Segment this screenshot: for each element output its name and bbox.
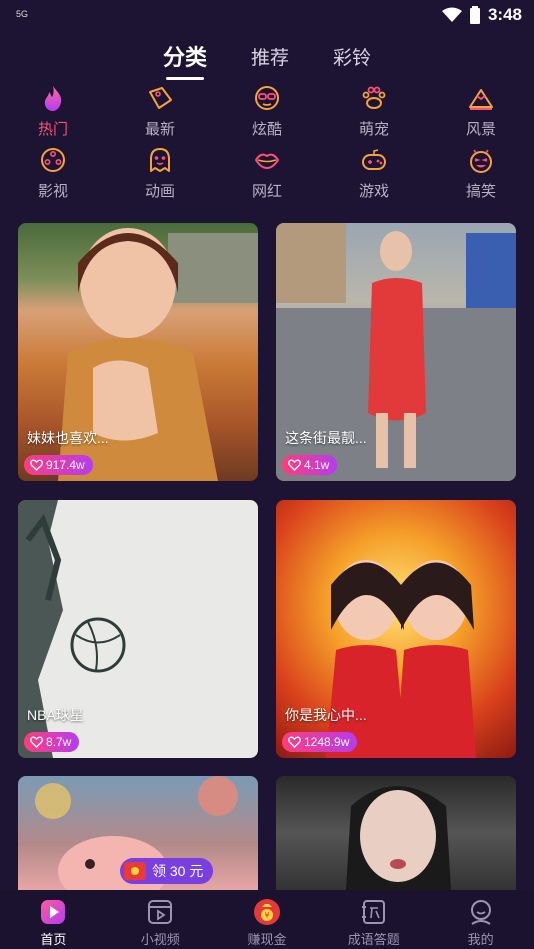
nav-earn-cash[interactable]: ¥ 赚现金 — [214, 890, 321, 949]
sunglasses-face-icon — [255, 86, 279, 110]
video-title: 妹妹也喜欢... — [27, 430, 109, 446]
category-newest[interactable]: 最新 — [130, 84, 190, 146]
category-funny[interactable]: 搞笑 — [451, 146, 511, 208]
like-count: 917.4w — [24, 455, 93, 475]
category-games[interactable]: 游戏 — [344, 146, 404, 208]
nav-short-video[interactable]: 小视频 — [107, 890, 214, 949]
flame-icon — [44, 86, 62, 111]
category-film[interactable]: 影视 — [23, 146, 83, 208]
heart-icon — [30, 459, 43, 471]
money-bag-icon: ¥ — [253, 899, 280, 925]
home-play-icon — [41, 900, 66, 924]
svg-text:¥: ¥ — [264, 911, 269, 920]
category-cool[interactable]: 炫酷 — [237, 84, 297, 146]
cash-reward-button[interactable]: 领 30 元 — [120, 858, 214, 884]
video-title: 你是我心中... — [285, 707, 367, 723]
idiom-quiz-icon — [361, 900, 385, 924]
like-count: 8.7w — [24, 732, 80, 752]
battery-icon — [469, 6, 480, 24]
tab-category[interactable]: 分类 — [163, 40, 207, 80]
like-count: 4.1w — [282, 455, 338, 475]
video-title: NBA球星 — [27, 707, 84, 723]
heart-icon — [30, 736, 43, 748]
gamepad-icon — [362, 149, 386, 170]
video-card[interactable]: 这条街最靓... 4.1w — [276, 223, 516, 481]
category-animation[interactable]: 动画 — [130, 146, 190, 208]
ghost-icon — [150, 148, 170, 172]
category-hot[interactable]: 热门 — [23, 84, 83, 146]
top-tabs: 分类 推荐 彩铃 — [0, 40, 534, 80]
lips-icon — [255, 153, 279, 169]
video-title: 这条街最靓... — [285, 430, 367, 446]
video-card[interactable]: NBA球星 8.7w — [18, 500, 258, 758]
nav-home[interactable]: 首页 — [0, 890, 107, 949]
red-envelope-icon — [124, 862, 146, 880]
wifi-icon — [441, 7, 462, 22]
paw-icon — [362, 86, 386, 109]
heart-icon — [288, 459, 301, 471]
network-indicator: 5G — [16, 9, 29, 19]
nav-idiom-quiz[interactable]: 成语答题 — [320, 890, 427, 949]
video-card[interactable]: 你是我心中... 1248.9w — [276, 500, 516, 758]
category-influencer[interactable]: 网红 — [237, 146, 297, 208]
tag-icon — [149, 87, 172, 109]
video-thumbnail — [346, 786, 451, 890]
bottom-nav: 首页 小视频 ¥ 赚现金 成语答题 我的 — [0, 890, 534, 949]
like-count: 1248.9w — [282, 732, 358, 752]
profile-icon — [470, 900, 491, 925]
category-scenery[interactable]: 风景 — [451, 84, 511, 146]
video-clip-icon — [148, 900, 173, 924]
tab-recommend[interactable]: 推荐 — [251, 40, 289, 80]
film-reel-icon — [41, 148, 65, 172]
laughing-face-icon — [470, 149, 492, 173]
nav-profile[interactable]: 我的 — [427, 890, 534, 949]
mountain-icon — [469, 89, 493, 110]
status-bar: 5G 3:48 — [0, 0, 534, 30]
video-card[interactable]: 妹妹也喜欢... 917.4w — [18, 223, 258, 481]
category-pets[interactable]: 萌宠 — [344, 84, 404, 146]
clock: 3:48 — [487, 5, 522, 24]
heart-icon — [288, 736, 301, 748]
video-card[interactable] — [276, 776, 516, 890]
category-grid: 热门 最新 炫酷 萌宠 风景 影视 动画 网红 游戏 搞笑 — [0, 84, 534, 208]
tab-ringtone[interactable]: 彩铃 — [333, 40, 371, 80]
